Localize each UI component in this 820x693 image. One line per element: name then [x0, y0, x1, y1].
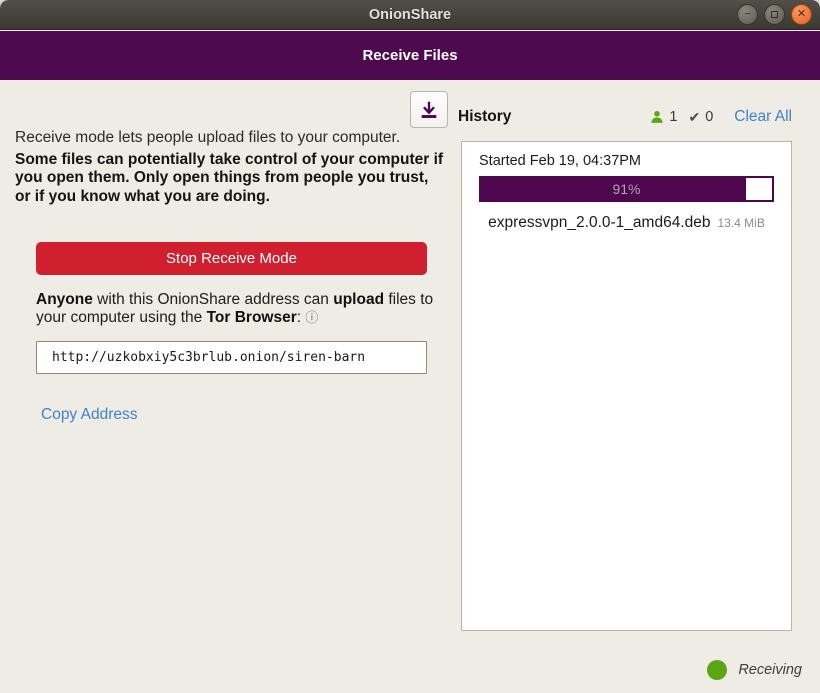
copy-address-link[interactable]: Copy Address	[41, 406, 138, 424]
upload-progress-label: 91%	[481, 178, 772, 200]
history-item-filesize: 13.4 MiB	[717, 216, 764, 230]
receive-mode-description: Receive mode lets people upload files to…	[15, 129, 455, 147]
status-green-dot-icon	[707, 660, 727, 680]
address-info-text: Anyone with this OnionShare address can …	[36, 291, 450, 327]
address-info-bold-upload: upload	[333, 291, 384, 308]
history-counts: 1 ✔ 0 Clear All	[650, 108, 792, 126]
stop-receive-mode-label: Stop Receive Mode	[166, 250, 297, 267]
history-header: History 1 ✔ 0 Clear All	[458, 107, 792, 127]
completed-count: 0	[705, 109, 713, 125]
window-controls: − ✕	[737, 4, 812, 25]
upload-progress-bar: 91%	[479, 176, 774, 202]
address-info-bold-torbrowser: Tor Browser	[207, 309, 297, 326]
onionshare-window: OnionShare − ✕ Receive Files Rec	[0, 0, 820, 693]
check-icon: ✔	[688, 109, 700, 126]
titlebar[interactable]: OnionShare − ✕	[0, 0, 820, 30]
status-label: Receiving	[738, 662, 802, 678]
in-progress-count: 1	[669, 109, 677, 125]
minimize-button[interactable]: −	[737, 4, 758, 25]
window-title: OnionShare	[369, 7, 451, 23]
person-icon	[650, 110, 664, 124]
history-item-filename: expressvpn_2.0.0-1_amd64.deb	[488, 214, 710, 232]
stop-receive-mode-button[interactable]: Stop Receive Mode	[36, 242, 427, 275]
receive-mode-warning: Some files can potentially take control …	[15, 151, 447, 206]
history-item: Started Feb 19, 04:37PM 91% expressvpn_2…	[462, 142, 791, 252]
download-icon	[418, 99, 440, 121]
address-info-bold-anyone: Anyone	[36, 291, 93, 308]
close-icon: ✕	[797, 9, 806, 20]
receive-mode-toggle-button[interactable]	[410, 91, 448, 128]
history-title: History	[458, 108, 511, 126]
history-panel[interactable]: Started Feb 19, 04:37PM 91% expressvpn_2…	[461, 141, 792, 631]
close-button[interactable]: ✕	[791, 4, 812, 25]
clear-all-link[interactable]: Clear All	[734, 108, 792, 126]
onion-address-input[interactable]	[36, 341, 427, 374]
maximize-icon	[771, 11, 778, 18]
minimize-icon: −	[744, 9, 750, 20]
mode-header: Receive Files	[0, 31, 820, 80]
maximize-button[interactable]	[764, 4, 785, 25]
mode-header-title: Receive Files	[362, 47, 457, 64]
content: Receive mode lets people upload files to…	[0, 80, 820, 693]
server-status: Receiving	[707, 660, 802, 680]
info-icon[interactable]: ⓘ	[305, 310, 318, 325]
history-item-started: Started Feb 19, 04:37PM	[479, 153, 641, 169]
history-item-file-row: expressvpn_2.0.0-1_amd64.deb 13.4 MiB	[462, 214, 791, 232]
